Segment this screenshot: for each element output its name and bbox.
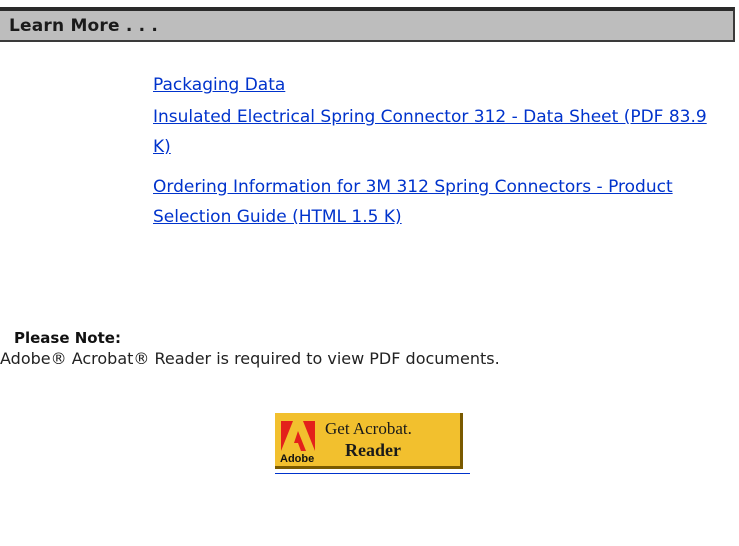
learn-more-header: Learn More . . . xyxy=(0,7,735,42)
reader-label: Reader xyxy=(345,440,401,460)
get-acrobat-label: Get Acrobat. xyxy=(325,419,412,438)
header-title: Learn More . . . xyxy=(9,16,159,36)
note-title: Please Note: xyxy=(14,329,121,347)
resource-links: Packaging Data Insulated Electrical Spri… xyxy=(153,70,718,232)
packaging-data-link[interactable]: Packaging Data xyxy=(153,70,718,100)
adobe-brand-label: Adobe xyxy=(280,453,315,465)
badge-link-underline xyxy=(275,471,470,474)
product-selection-guide-link[interactable]: Ordering Information for 3M 312 Spring C… xyxy=(153,172,718,232)
page: Learn More . . . Packaging Data Insulate… xyxy=(0,0,739,546)
adobe-logo-icon xyxy=(281,421,315,451)
note-section: Please Note: Adobe® Acrobat® Reader is r… xyxy=(0,328,735,370)
data-sheet-link[interactable]: Insulated Electrical Spring Connector 31… xyxy=(153,102,718,162)
note-text: Adobe® Acrobat® Reader is required to vi… xyxy=(0,349,500,368)
get-acrobat-reader-link[interactable]: Adobe Get Acrobat. Reader xyxy=(275,413,470,474)
get-acrobat-reader-badge[interactable]: Adobe Get Acrobat. Reader xyxy=(275,413,463,469)
